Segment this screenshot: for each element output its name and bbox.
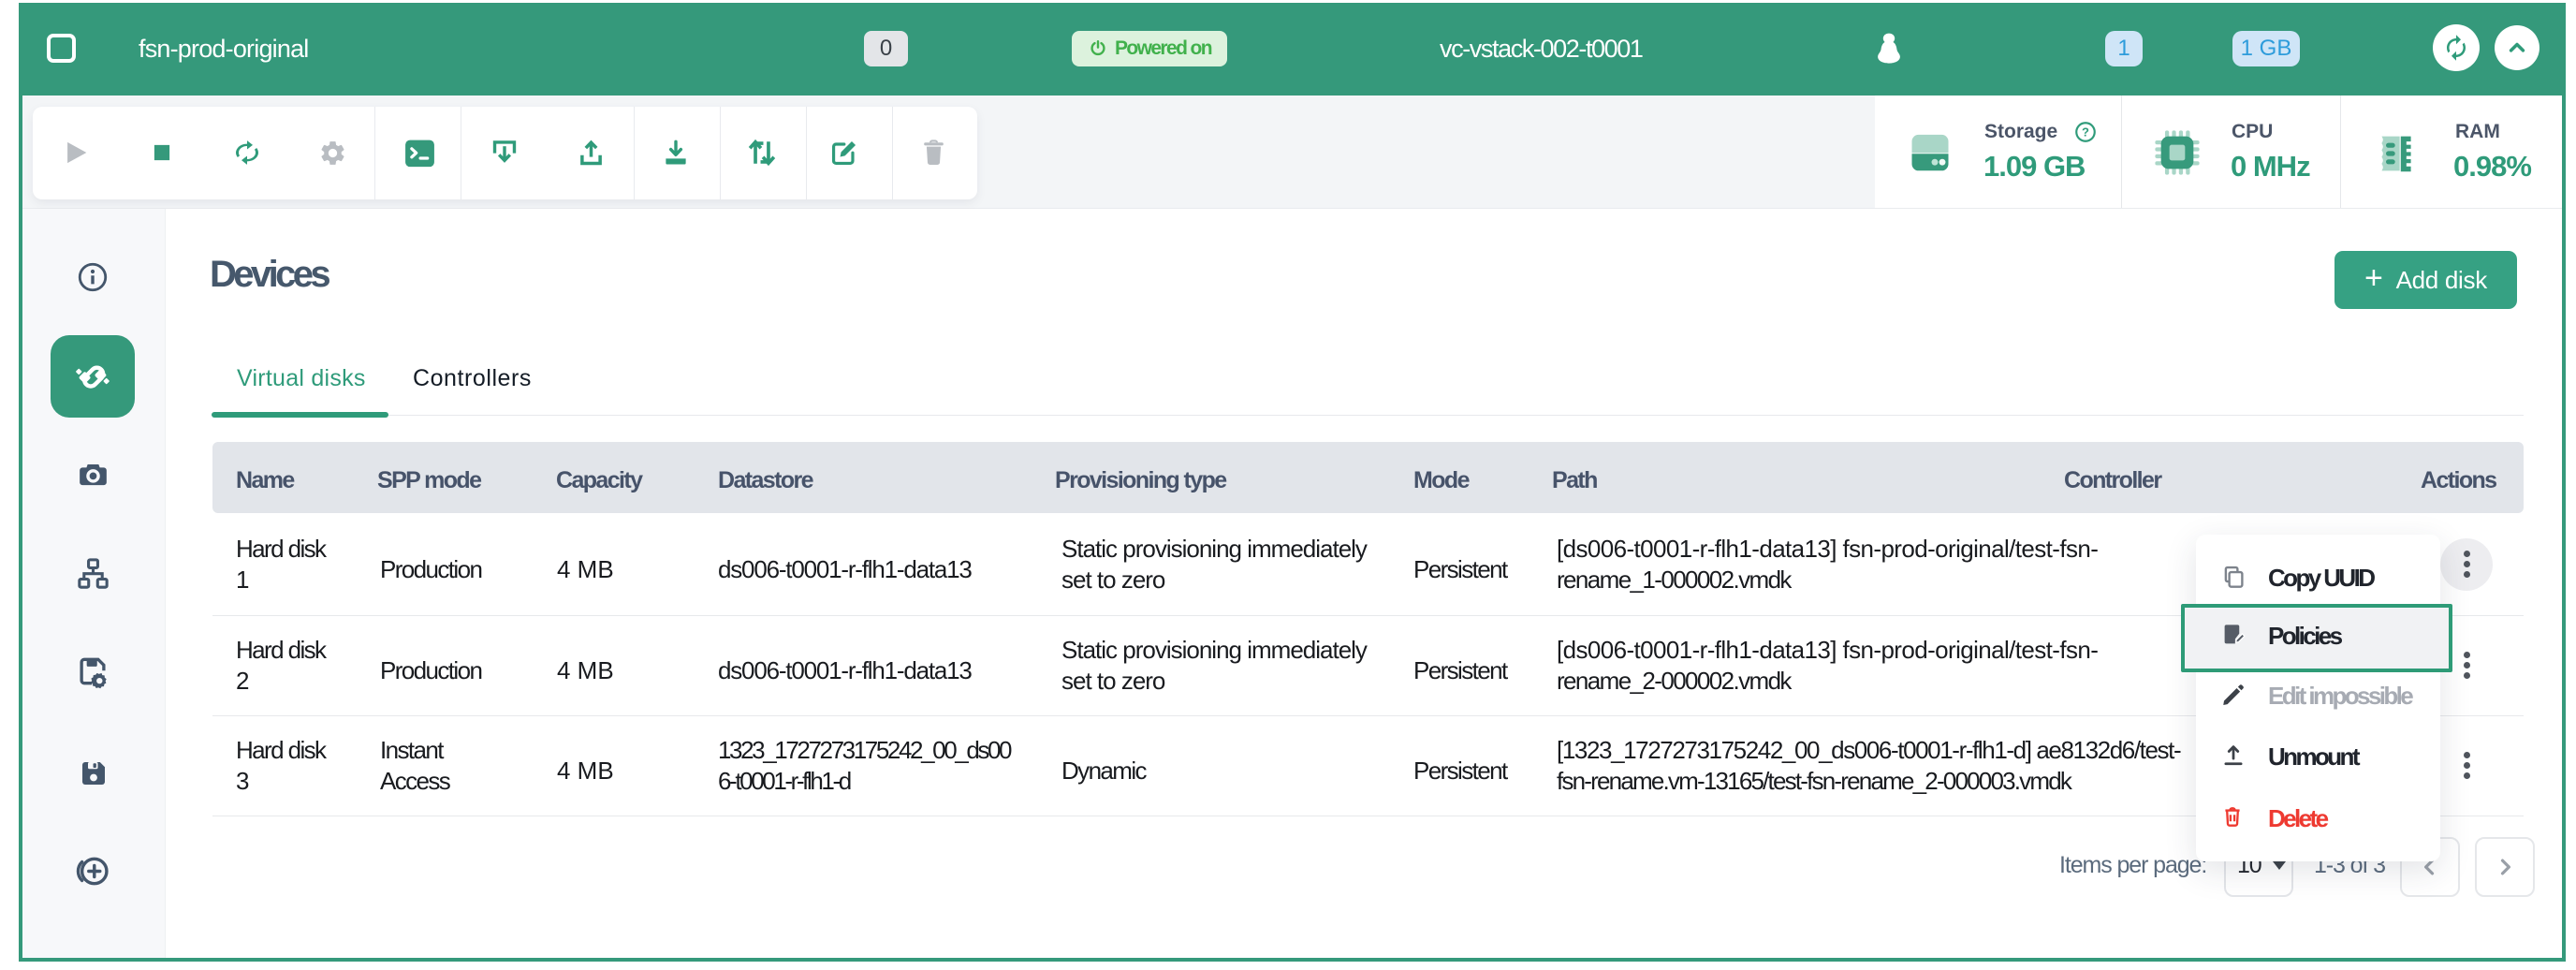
svg-text:?: ?	[2082, 125, 2089, 139]
